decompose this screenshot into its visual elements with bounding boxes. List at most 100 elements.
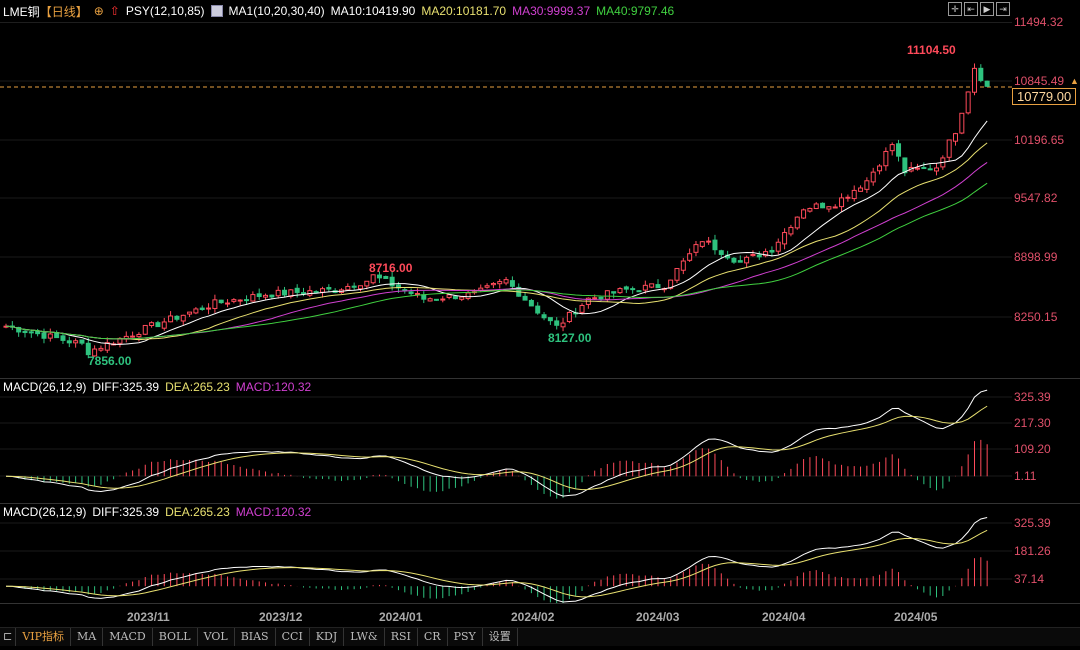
macd2-macd: MACD:120.32 — [235, 505, 312, 519]
tab-cr[interactable]: CR — [418, 628, 448, 646]
candle-body — [883, 150, 889, 167]
candle-body — [421, 294, 427, 300]
candle-body — [636, 290, 642, 293]
candle-body — [47, 333, 53, 339]
candle-body — [965, 91, 971, 114]
candle-body — [35, 330, 41, 335]
candle-body — [313, 291, 319, 294]
tab-psy[interactable]: PSY — [448, 628, 483, 646]
tab-macd[interactable]: MACD — [103, 628, 153, 646]
candle-body — [978, 67, 984, 81]
tab-kdj[interactable]: KDJ — [310, 628, 345, 646]
candle-body — [85, 342, 91, 356]
candle-body — [934, 167, 940, 172]
candle-body — [598, 296, 604, 300]
price-tick: 8250.15 — [1014, 310, 1058, 324]
ma-chart-icon[interactable] — [210, 5, 223, 17]
jump-end-icon[interactable]: ⇥ — [996, 2, 1010, 16]
candle-body — [813, 203, 819, 210]
tab-ma[interactable]: MA — [71, 628, 104, 646]
candle-body — [142, 324, 148, 335]
tab-settings[interactable]: 设置 — [483, 628, 518, 646]
candle-body — [731, 257, 737, 263]
candle-body — [845, 196, 851, 199]
candle-body — [655, 284, 661, 289]
candle-body — [826, 206, 832, 210]
candle-body — [611, 291, 617, 294]
macd2-legend: MACD(26,12,9) DIFF:325.39 DEA:265.23 MAC… — [3, 503, 311, 521]
candle-body — [212, 299, 218, 309]
candle-body — [414, 293, 420, 296]
candle-body — [357, 285, 363, 290]
tab-bias[interactable]: BIAS — [235, 628, 276, 646]
candle-body — [503, 279, 509, 284]
candle-body — [199, 307, 205, 311]
candle-body — [174, 315, 180, 320]
candle-body — [269, 294, 275, 298]
tab-cci[interactable]: CCI — [276, 628, 310, 646]
candle-body — [60, 335, 66, 341]
candle-body — [902, 157, 908, 174]
tab-vol[interactable]: VOL — [198, 628, 235, 646]
candle-body — [718, 250, 724, 255]
candle-body — [864, 180, 870, 190]
candle-body — [953, 133, 958, 142]
date-tick: 2024/05 — [894, 610, 938, 624]
last-price-badge: 10779.00 — [1012, 88, 1077, 105]
macd1-tick: 1.11 — [1014, 469, 1037, 483]
tab-boll[interactable]: BOLL — [153, 628, 198, 646]
macd1-dea: DEA:265.23 — [165, 380, 230, 394]
zoom-range-icon[interactable]: ⇤ — [964, 2, 978, 16]
candle-body — [807, 207, 813, 212]
candle-body — [161, 321, 167, 329]
candle-body — [541, 314, 547, 319]
crosshair-icon[interactable]: ⊕ — [94, 4, 104, 18]
candle-body — [22, 330, 28, 334]
candle-body — [756, 254, 762, 258]
candle-body — [206, 307, 212, 310]
macd2-tick: 325.39 — [1014, 516, 1051, 530]
candle-body — [959, 112, 965, 134]
candle-body — [459, 296, 465, 300]
tab-rsi[interactable]: RSI — [385, 628, 418, 646]
tab-expand[interactable]: ⊏ — [0, 628, 17, 646]
candle-body — [250, 294, 256, 302]
tab-lw[interactable]: LW& — [344, 628, 385, 646]
date-tick: 2023/12 — [259, 610, 303, 624]
main-legend: LME铜 【日线】 ⊕ ⇧ PSY(12,10,85) MA1(10,20,30… — [3, 2, 674, 20]
candle-body — [870, 171, 876, 183]
candle-body — [851, 189, 857, 200]
up-arrow-marker: ▲ — [1070, 76, 1079, 86]
candle-body — [376, 274, 382, 279]
macd2-dea: DEA:265.23 — [165, 505, 230, 519]
candle-body — [218, 299, 224, 304]
ma30-line — [5, 162, 988, 340]
candle-body — [263, 294, 269, 298]
candle-body — [889, 144, 895, 152]
candle-body — [579, 304, 585, 313]
candle-body — [66, 340, 72, 344]
candle-body — [225, 302, 231, 305]
ma10-value: MA10:10419.90 — [330, 4, 416, 18]
tab-vip[interactable]: VIP指标 — [16, 628, 72, 646]
macd1-legend: MACD(26,12,9) DIFF:325.39 DEA:265.23 MAC… — [3, 378, 311, 396]
candle-body — [604, 290, 610, 300]
period[interactable]: 【日线】 — [40, 3, 88, 20]
candle-body — [706, 240, 712, 243]
ma30-value: MA30:9999.37 — [512, 4, 591, 18]
candle-body — [649, 283, 655, 288]
candle-body — [433, 298, 439, 301]
candle-body — [509, 280, 515, 287]
candle-body — [674, 268, 680, 281]
candle-body — [699, 241, 705, 247]
candle-body — [775, 241, 781, 252]
dea-line — [5, 405, 988, 491]
diff-line — [5, 389, 988, 497]
candle-body — [820, 202, 826, 209]
macd1-macd: MACD:120.32 — [235, 380, 312, 394]
play-icon[interactable]: ▶ — [980, 2, 994, 16]
candle-body — [187, 311, 193, 315]
crosshair-tool-icon[interactable]: ✛ — [948, 2, 962, 16]
chart-tools: ✛ ⇤ ▶ ⇥ — [948, 2, 1010, 16]
macd2-tick: 37.14 — [1014, 572, 1045, 586]
